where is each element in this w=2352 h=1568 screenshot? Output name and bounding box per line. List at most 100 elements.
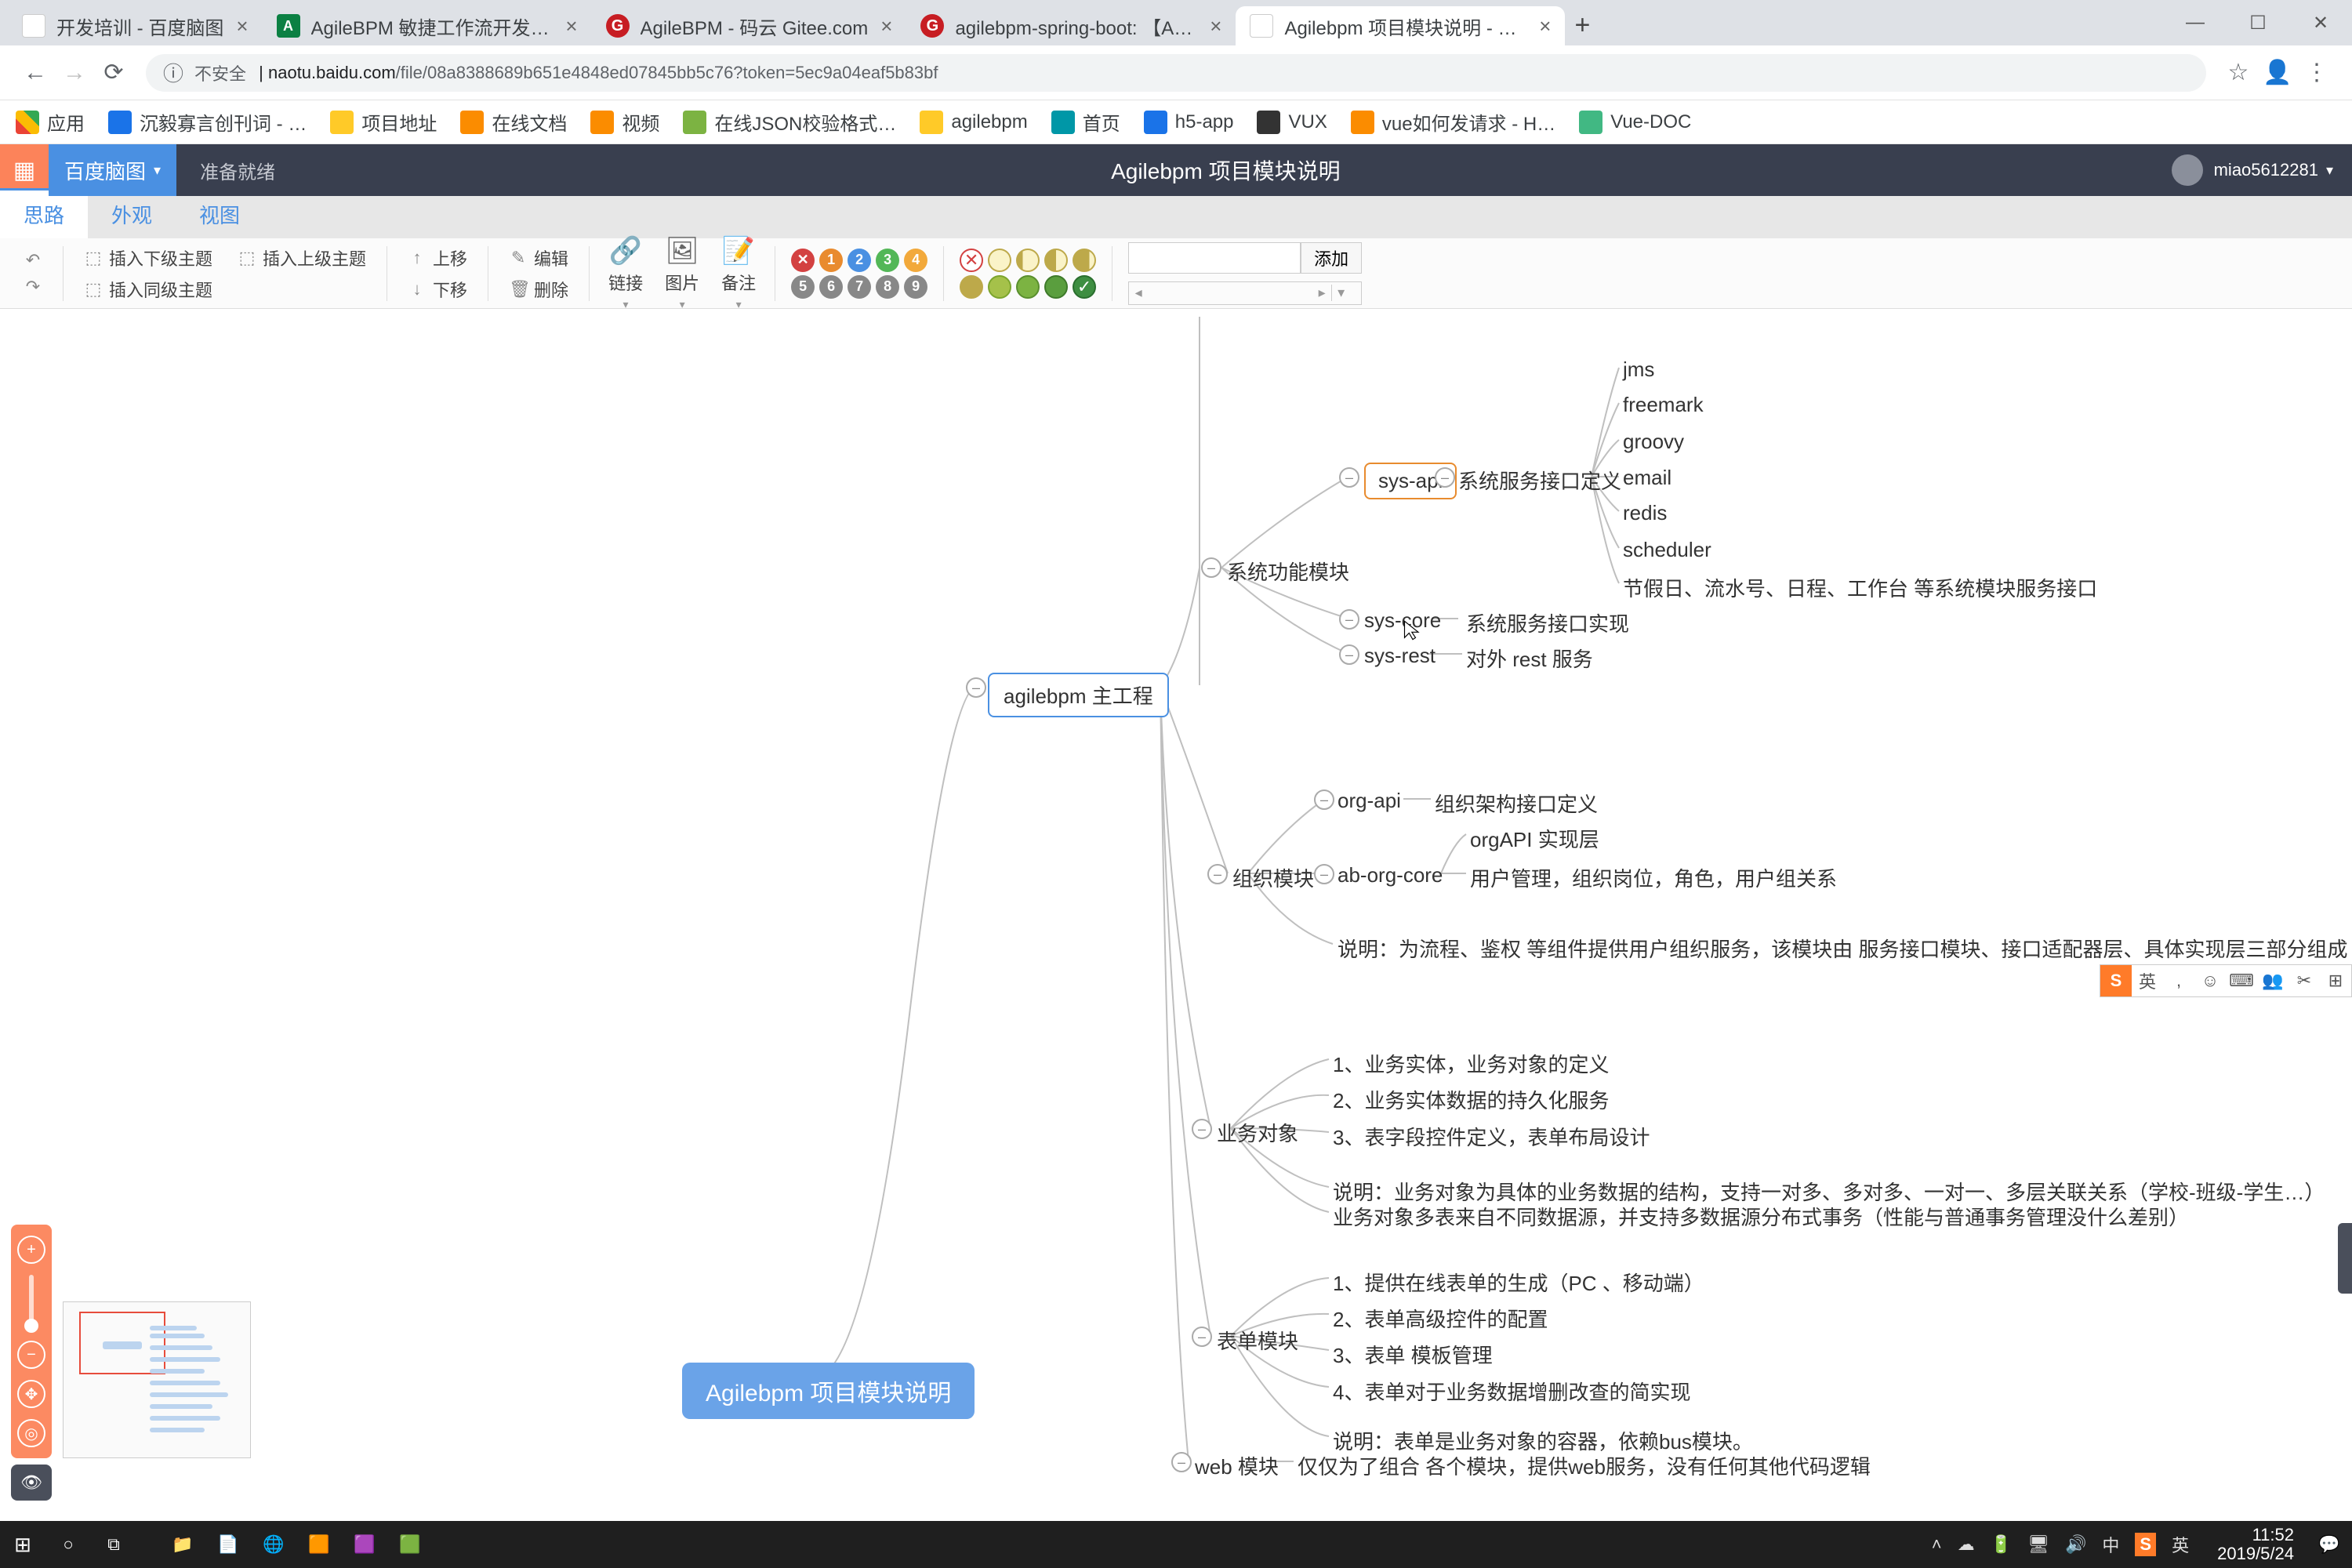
profile-button[interactable]: 👤	[2258, 59, 2297, 86]
collapse-toggle[interactable]: –	[1207, 864, 1228, 884]
close-window-button[interactable]: ✕	[2289, 0, 2352, 45]
pan-button[interactable]: ✥	[17, 1380, 45, 1408]
node-web-module-desc[interactable]: 仅仅为了组合 各个模块，提供web服务，没有任何其他代码逻辑	[1298, 1451, 1871, 1480]
node-ab-org-core-c1[interactable]: orgAPI 实现层	[1470, 824, 1599, 853]
address-bar[interactable]: ⓘ 不安全 | naotu.baidu.com /file/08a8388689…	[146, 54, 2206, 92]
zoom-slider[interactable]	[29, 1275, 34, 1330]
add-button[interactable]: 添加	[1301, 242, 1362, 274]
priority-7[interactable]: 7	[848, 275, 871, 299]
notifications-button[interactable]: 💬	[2307, 1521, 2352, 1568]
node-biz-obj[interactable]: 业务对象	[1217, 1118, 1298, 1147]
task-app[interactable]: 🟪	[342, 1521, 387, 1568]
tray-cloud-icon[interactable]: ☁	[1958, 1534, 1975, 1555]
node-sys-rest[interactable]: sys-rest	[1364, 644, 1436, 668]
forward-button[interactable]: →	[55, 60, 94, 86]
ime-emoji[interactable]: ☺	[2194, 965, 2226, 996]
link-button[interactable]: 🔗链接▾	[608, 235, 643, 311]
node-scheduler[interactable]: scheduler	[1623, 538, 1711, 562]
brand-menu[interactable]: 百度脑图	[49, 144, 176, 196]
collapse-toggle[interactable]: –	[1192, 1119, 1212, 1139]
close-icon[interactable]: ×	[236, 14, 248, 38]
node-org-api[interactable]: org-api	[1338, 789, 1401, 813]
locate-button[interactable]: ◎	[17, 1419, 45, 1447]
close-icon[interactable]: ×	[1539, 14, 1551, 38]
close-icon[interactable]: ×	[565, 14, 577, 38]
node-form-4[interactable]: 4、表单对于业务数据增删改查的简实现	[1333, 1377, 1690, 1406]
node-biz-2[interactable]: 2、业务实体数据的持久化服务	[1333, 1085, 1609, 1114]
insert-parent-button[interactable]: ⬚插入上级主题	[233, 244, 371, 272]
node-form-module[interactable]: 表单模块	[1217, 1326, 1298, 1355]
priority-4[interactable]: 4	[904, 249, 927, 272]
insert-sibling-button[interactable]: ⬚插入同级主题	[79, 275, 371, 303]
bookmark-star-icon[interactable]: ☆	[2219, 59, 2258, 86]
collapse-toggle[interactable]: –	[966, 677, 986, 698]
undo-button[interactable]: ↶	[19, 249, 47, 272]
preview-toggle[interactable]: 👁	[11, 1465, 52, 1501]
node-email[interactable]: email	[1623, 466, 1671, 490]
clock[interactable]: 11:52 2019/5/24	[2205, 1526, 2307, 1563]
priority-9[interactable]: 9	[904, 275, 927, 299]
node-root[interactable]: Agilebpm 项目模块说明	[682, 1363, 975, 1419]
node-jms[interactable]: jms	[1623, 358, 1654, 382]
user-menu[interactable]: miao5612281	[2153, 154, 2352, 186]
edit-button[interactable]: ✎编辑	[504, 244, 573, 272]
bookmark-item[interactable]: h5-app	[1144, 111, 1234, 134]
priority-✕[interactable]: ✕	[791, 249, 815, 272]
zoom-out-button[interactable]: −	[17, 1341, 45, 1369]
node-sys-core-desc[interactable]: 系统服务接口实现	[1466, 608, 1629, 637]
side-handle[interactable]	[2338, 1223, 2352, 1294]
mindmap-canvas[interactable]: agilebpm 主工程 – – 系统功能模块 – sys-api – 系统服务…	[0, 309, 2352, 1521]
search-input[interactable]	[1128, 242, 1301, 274]
tray-icon[interactable]: 🖥	[2027, 1534, 2049, 1555]
redo-button[interactable]: ↷	[19, 275, 47, 299]
collapse-toggle[interactable]: –	[1314, 789, 1334, 810]
bookmark-apps[interactable]: 应用	[16, 108, 85, 136]
task-app[interactable]: 🟩	[387, 1521, 433, 1568]
ime-contacts[interactable]: 👥	[2257, 965, 2288, 996]
node-biz-note2[interactable]: 业务对象多表来自不同数据源，并支持多数据源分布式事务（性能与普通事务管理没什么差…	[1333, 1202, 2189, 1231]
collapse-toggle[interactable]: –	[1339, 467, 1359, 488]
collapse-toggle[interactable]: –	[1339, 644, 1359, 665]
ime-menu[interactable]: ⊞	[2320, 965, 2351, 996]
node-sys-module[interactable]: 系统功能模块	[1227, 557, 1349, 586]
search-button[interactable]: ○	[45, 1521, 91, 1568]
ime-punct[interactable]: ,	[2163, 965, 2194, 996]
ime-clip[interactable]: ✂	[2288, 965, 2320, 996]
maximize-button[interactable]: ☐	[2227, 0, 2289, 45]
tray-ime-logo[interactable]: S	[2135, 1533, 2156, 1556]
move-down-button[interactable]: ↓下移	[403, 275, 472, 303]
back-button[interactable]: ←	[16, 60, 55, 86]
system-tray[interactable]: ˄ ☁ 🔋 🖥 🔊 中 S 英	[1916, 1532, 2205, 1557]
node-org-note[interactable]: 说明：为流程、鉴权 等组件提供用户组织服务，该模块由 服务接口模块、接口适配器层…	[1338, 934, 2347, 963]
node-biz-3[interactable]: 3、表字段控件定义，表单布局设计	[1333, 1122, 1650, 1151]
node-freemark[interactable]: freemark	[1623, 393, 1704, 417]
zoom-thumb[interactable]	[24, 1319, 38, 1333]
ime-logo[interactable]: S	[2100, 965, 2132, 996]
node-center[interactable]: agilebpm 主工程	[988, 673, 1169, 717]
task-notepad[interactable]: 📄	[205, 1521, 251, 1568]
bookmark-item[interactable]: VUX	[1257, 111, 1327, 134]
minimize-button[interactable]: —	[2164, 0, 2227, 45]
image-button[interactable]: 🖼图片▾	[665, 235, 699, 311]
priority-8[interactable]: 8	[876, 275, 899, 299]
taskview-button[interactable]: ⧉	[91, 1521, 136, 1568]
collapse-toggle[interactable]: –	[1192, 1327, 1212, 1347]
tray-volume-icon[interactable]: 🔊	[2065, 1534, 2086, 1555]
collapse-toggle[interactable]: –	[1314, 864, 1334, 884]
collapse-toggle[interactable]: –	[1171, 1452, 1192, 1472]
browser-tab[interactable]: AAgileBPM 敏捷工作流开发平…×	[263, 6, 592, 45]
bookmark-item[interactable]: Vue-DOC	[1579, 111, 1691, 134]
reload-button[interactable]: ⟳	[94, 59, 133, 86]
note-button[interactable]: 📝备注▾	[721, 235, 756, 311]
bookmark-item[interactable]: 首页	[1051, 108, 1120, 136]
browser-tab[interactable]: Gagilebpm-spring-boot: 【Agile…×	[906, 6, 1236, 45]
progress-picker[interactable]: ✕ ✓	[960, 249, 1096, 299]
minimap[interactable]	[63, 1301, 251, 1458]
node-sys-api-note[interactable]: 节假日、流水号、日程、工作台 等系统模块服务接口	[1623, 573, 2097, 602]
collapse-toggle[interactable]: –	[1435, 467, 1455, 488]
ime-keyboard[interactable]: ⌨	[2226, 965, 2257, 996]
ime-toolbar[interactable]: S 英 , ☺ ⌨ 👥 ✂ ⊞	[2100, 964, 2352, 997]
move-up-button[interactable]: ↑上移	[403, 244, 472, 272]
node-org-api-desc[interactable]: 组织架构接口定义	[1435, 789, 1598, 818]
resource-scroller[interactable]: ◂▸▾	[1128, 281, 1362, 305]
